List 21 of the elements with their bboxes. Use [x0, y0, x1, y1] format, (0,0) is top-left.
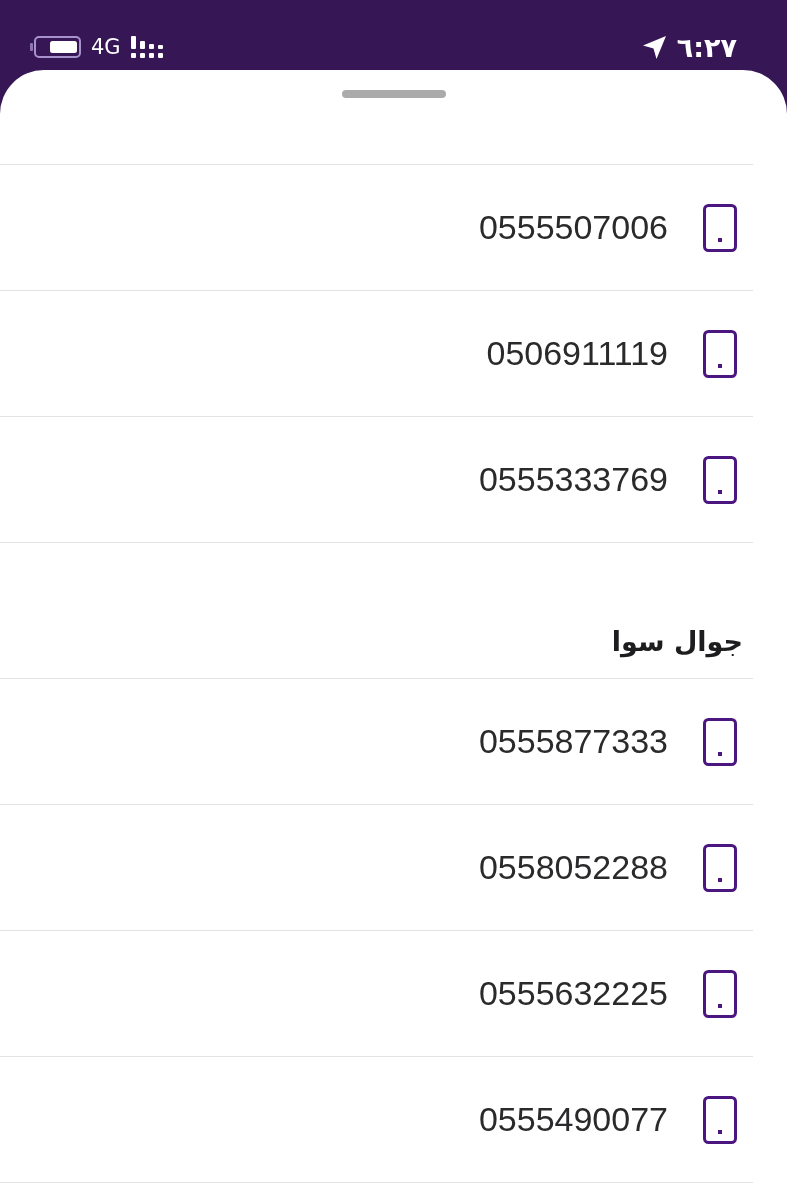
phone-number[interactable]: 0555490077 [478, 1099, 668, 1140]
mobile-phone-icon [703, 329, 737, 378]
mobile-phone-icon [703, 455, 737, 504]
phone-number[interactable]: 0555877333 [478, 721, 668, 762]
mobile-phone-icon [703, 717, 737, 766]
network-type-label: 4G [91, 36, 121, 58]
drag-handle[interactable] [341, 90, 446, 98]
phone-number[interactable]: 0555632225 [478, 973, 668, 1014]
phone-number[interactable]: 0558052288 [478, 847, 668, 888]
phone-number[interactable]: 0555507006 [478, 207, 668, 248]
section-title: جوال سوا [611, 625, 743, 658]
battery-icon [30, 36, 81, 58]
mobile-phone-icon [703, 969, 737, 1018]
signal-icon [130, 35, 165, 59]
location-arrow-icon [641, 34, 667, 60]
phone-number[interactable]: 0506911119 [486, 333, 668, 374]
mobile-phone-icon [703, 1095, 737, 1144]
mobile-phone-icon [703, 843, 737, 892]
phone-number[interactable]: 0555333769 [478, 459, 668, 500]
status-time: ٦:٢٧ [676, 33, 737, 61]
mobile-phone-icon [703, 203, 737, 252]
